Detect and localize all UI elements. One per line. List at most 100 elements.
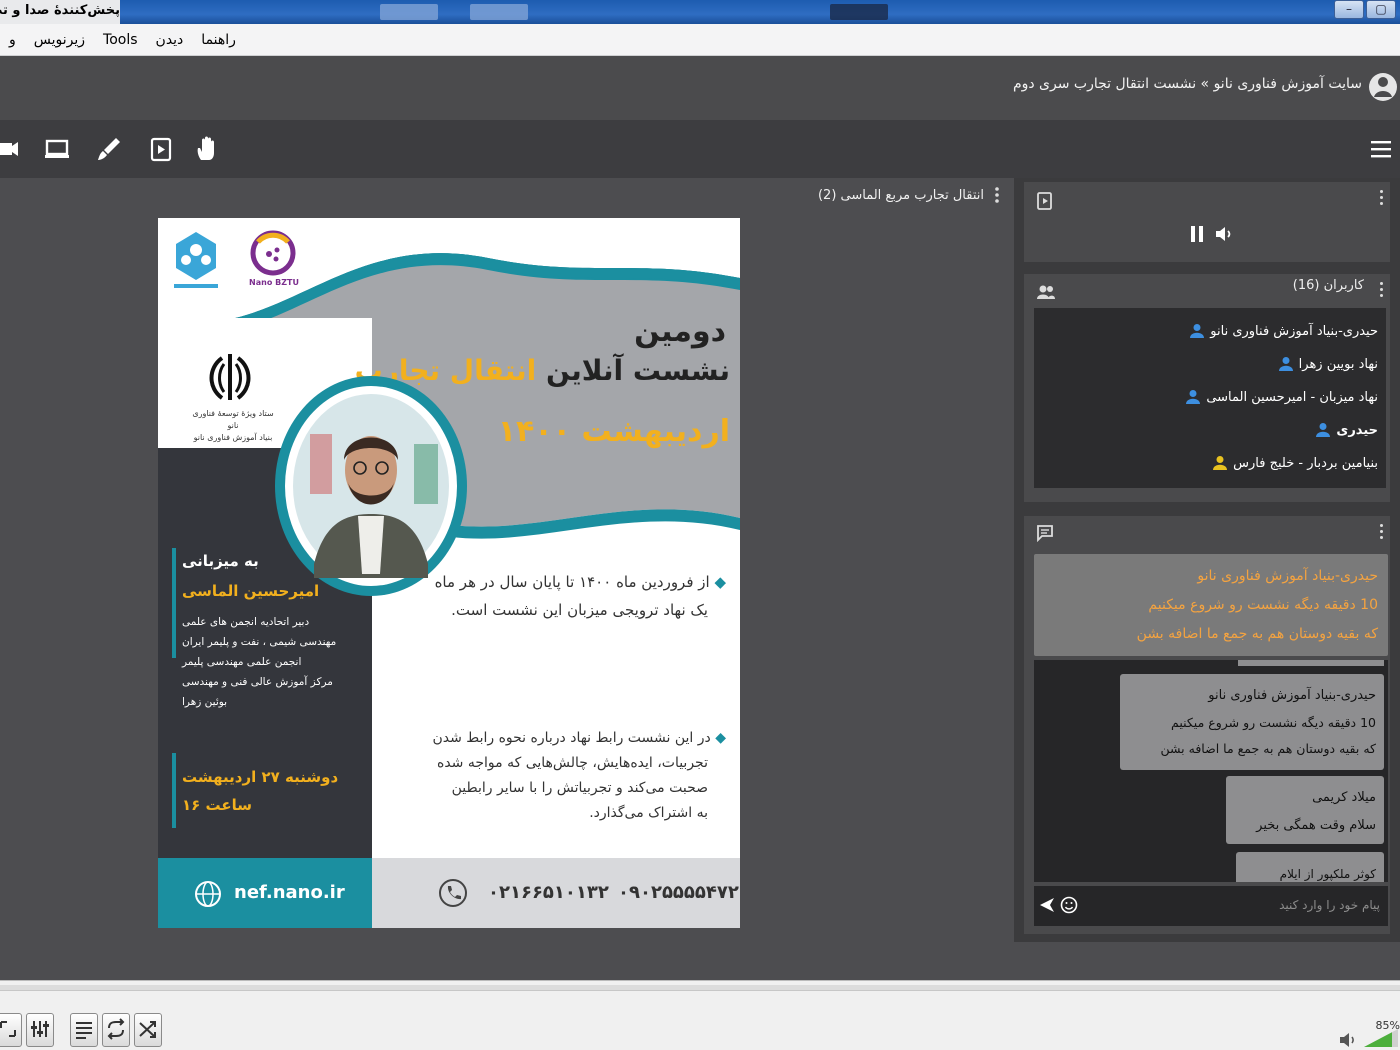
host-role-line: دبیر اتحادیه انجمن های علمی <box>182 616 310 628</box>
volume-icon[interactable] <box>1214 224 1234 244</box>
users-panel: کاربران (16) حیدری-بنیاد آموزش فناوری نا… <box>1024 274 1390 502</box>
fullscreen-icon <box>0 1021 16 1037</box>
media-player-controls: 85% <box>0 980 1400 1050</box>
chat-input-bar[interactable]: پیام خود را وارد کنید <box>1034 886 1388 926</box>
breadcrumb[interactable]: سایت آموزش فناوری نانو » نشست انتقال تجا… <box>1013 76 1362 92</box>
users-more-icon[interactable] <box>1380 282 1384 298</box>
user-item[interactable]: نهاد میزبان - امیرحسین الماسی <box>1186 386 1378 408</box>
send-icon[interactable] <box>1038 896 1056 914</box>
speaker-icon[interactable] <box>1338 1031 1358 1049</box>
host-roles: دبیر اتحادیه انجمن های علمی مهندسی شیمی … <box>182 612 362 712</box>
chat-line: 10 دقیقه دیگه نشست رو شروع میکنیم <box>1171 715 1376 730</box>
presentation-area: انتقال تجارب مربع الماسی (2) Nano BZTU س… <box>0 178 1014 942</box>
user-avatar-icon[interactable] <box>1368 70 1398 104</box>
menu-item-subtitles[interactable]: زیرنویس <box>25 24 94 56</box>
equalizer-button[interactable] <box>26 1013 54 1047</box>
bullet-2-line: صحبت می‌کند و تجربیاتش را با سایر رابطین <box>451 780 708 796</box>
window-title: پخش‌کنندهٔ صدا و تصویر <box>0 0 120 24</box>
user-name: حیدری-بنیاد آموزش فناوری نانو <box>1210 323 1378 339</box>
nano-bztu-logo-icon <box>250 230 296 276</box>
menu-bar: و زیرنویس Tools دیدن راهنما <box>0 24 1400 56</box>
slide-heading-ordinal: دومین <box>634 314 726 349</box>
pen-icon[interactable] <box>94 134 124 164</box>
user-name: نهاد میزبان - امیرحسین الماسی <box>1206 389 1378 405</box>
host-role-line: مهندسی شیمی ، نفت و پلیمر ایران <box>182 636 337 648</box>
sidebar: کاربران (16) حیدری-بنیاد آموزش فناوری نا… <box>1014 178 1400 942</box>
presentation-title: انتقال تجارب مربع الماسی (2) <box>817 188 984 203</box>
bullet-1-line-b: یک نهاد ترویجی میزبان این نشست است. <box>451 601 708 619</box>
menu-item-4[interactable]: و <box>0 24 25 56</box>
slide-bullet-1: ◆ از فروردین ماه ۱۴۰۰ تا پایان سال در هر… <box>406 568 726 624</box>
taskbar-item <box>830 4 888 20</box>
users-icon <box>1037 285 1055 299</box>
volume-level: 85% <box>1375 1019 1400 1032</box>
user-icon <box>1186 390 1201 404</box>
more-options-icon[interactable] <box>994 186 1000 204</box>
host-role-line: انجمن علمی مهندسی پلیمر <box>182 656 302 668</box>
maximize-button[interactable]: ▢ <box>1366 0 1396 19</box>
event-date: دوشنبه ۲۷ اردیبهشت <box>182 768 339 786</box>
media-more-icon[interactable] <box>1380 190 1384 206</box>
playlist-icon <box>76 1022 92 1039</box>
host-role-line: بوئین زهرا <box>182 696 228 708</box>
repeat-icon <box>107 1018 125 1040</box>
hand-icon[interactable] <box>192 134 222 164</box>
camera-icon[interactable] <box>0 134 30 164</box>
presentation-bottom-area <box>0 942 1400 980</box>
phone-icon <box>439 879 467 907</box>
minimize-button[interactable]: – <box>1334 0 1364 19</box>
chat-messages: حیدری-بنیاد آموزش فناوری نانو 10 دقیقه د… <box>1034 660 1388 882</box>
equalizer-icon <box>31 1021 49 1037</box>
website-link: nef.nano.ir <box>234 882 345 903</box>
host-label: به میزبانی <box>182 552 259 570</box>
playlist-button[interactable] <box>70 1013 98 1047</box>
shuffle-button[interactable] <box>134 1013 162 1047</box>
menu-item-help[interactable]: راهنما <box>192 24 245 56</box>
chat-more-icon[interactable] <box>1380 524 1384 540</box>
user-item[interactable]: حیدری-بنیاد آموزش فناوری نانو <box>1190 320 1378 342</box>
iran-emblem-icon <box>209 354 251 400</box>
chat-message: حیدری-بنیاد آموزش فناوری نانو 10 دقیقه د… <box>1120 674 1384 770</box>
chat-line: که بقیه دوستان هم به جمع ما اضافه بشن <box>1160 741 1376 756</box>
menu-item-tools[interactable]: Tools <box>94 24 147 56</box>
phone-number-2: ۰۹۰۲۵۵۵۵۴۷۲ <box>618 882 739 903</box>
pause-icon[interactable] <box>1188 224 1206 244</box>
menu-item-view[interactable]: دیدن <box>147 24 193 56</box>
user-name: حیدری <box>1336 422 1378 438</box>
event-time: ساعت ۱۶ <box>182 796 253 814</box>
emblem-caption: ستاد ویژهٔ توسعهٔ فناوری نانو بنیاد آموز… <box>192 409 274 442</box>
host-role-line: مرکز آموزش عالی فنی و مهندسی <box>182 676 333 688</box>
hamburger-icon[interactable] <box>1370 138 1392 160</box>
seek-bar[interactable] <box>0 985 1400 991</box>
globe-icon <box>195 881 221 907</box>
chat-input-placeholder[interactable]: پیام خود را وارد کنید <box>1279 898 1380 912</box>
emoji-icon[interactable] <box>1060 896 1078 914</box>
users-title: کاربران (16) <box>1292 278 1364 293</box>
slide-bullet-2: ◆ در این نشست رابط نهاد درباره نحوه رابط… <box>406 726 726 826</box>
user-item[interactable]: نهاد بویین زهرا <box>1278 353 1378 375</box>
app-header: سایت آموزش فناوری نانو » نشست انتقال تجا… <box>0 56 1400 120</box>
slide-heading-date: اردیبهشت ۱۴۰۰ <box>497 414 730 449</box>
pinned-line: 10 دقیقه دیگه نشست رو شروع میکنیم <box>1148 597 1378 613</box>
bullet-2-line: به اشتراک می‌گذارد. <box>589 805 708 821</box>
chat-sender: حیدری-بنیاد آموزش فناوری نانو <box>1208 688 1376 703</box>
user-item[interactable]: بنیامین بردبار - خلیج فارس <box>1213 452 1378 474</box>
users-list: حیدری-بنیاد آموزش فناوری نانو نهاد بویین… <box>1034 308 1386 488</box>
user-item[interactable]: حیدری <box>1316 419 1378 441</box>
user-icon <box>1278 357 1293 371</box>
taskbar-item <box>380 4 438 20</box>
fullscreen-button[interactable] <box>0 1013 22 1047</box>
window-controls: – ▢ <box>1334 0 1398 20</box>
chat-line: سلام وقت همگی بخیر <box>1256 818 1376 833</box>
slide-heading-part-a: نشست آنلاین <box>546 354 730 387</box>
network-logo-icon <box>174 232 218 288</box>
user-name: نهاد بویین زهرا <box>1298 356 1378 372</box>
user-icon <box>1213 456 1228 470</box>
presentation-icon[interactable] <box>146 134 176 164</box>
screen-icon[interactable] <box>42 134 72 164</box>
presentation-slide: Nano BZTU ستاد ویژهٔ توسعهٔ فناوری نانو … <box>158 218 740 928</box>
repeat-button[interactable] <box>102 1013 130 1047</box>
chat-sender: میلاد کریمی <box>1312 790 1376 805</box>
media-presentation-icon <box>1037 192 1052 210</box>
bullet-1-line-a: از فروردین ماه ۱۴۰۰ تا پایان سال در هر م… <box>434 573 710 591</box>
